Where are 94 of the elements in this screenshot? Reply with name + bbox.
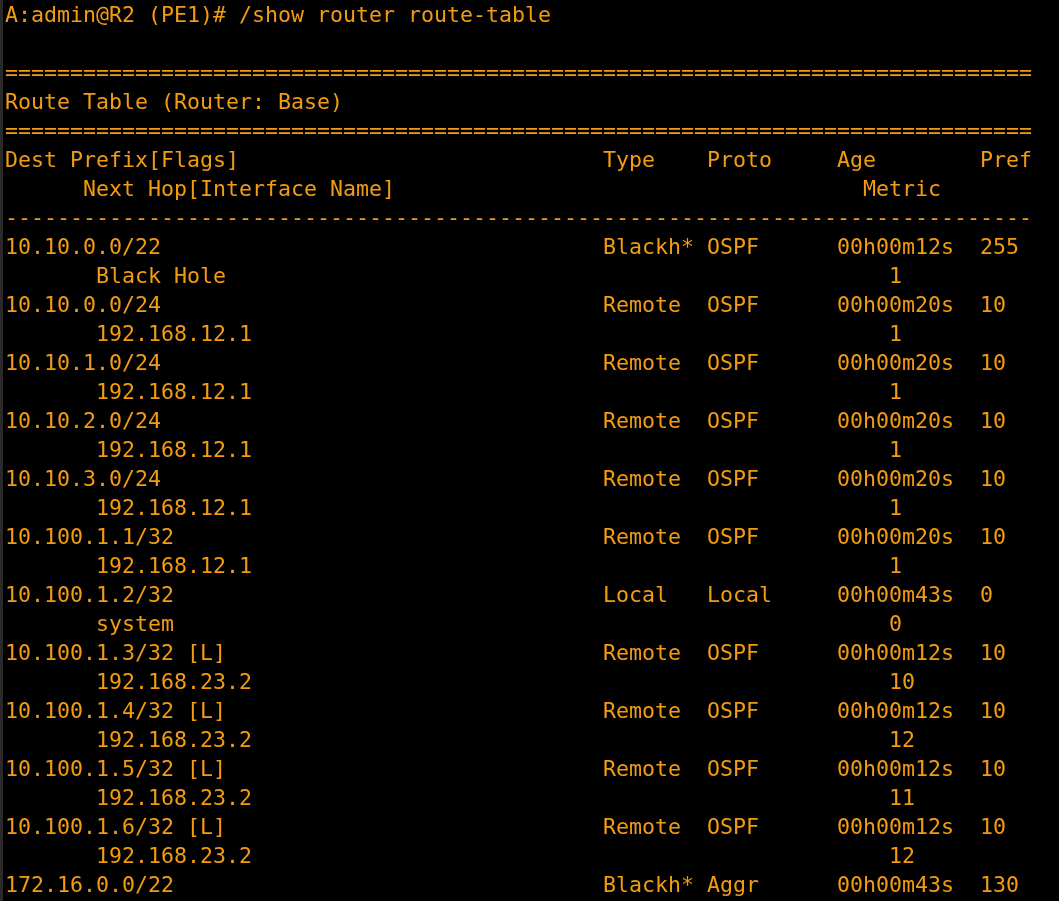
route-protocol: OSPF: [707, 465, 760, 493]
route-type: Remote: [603, 523, 682, 551]
route-protocol: Local: [707, 581, 773, 609]
route-prefix: 10.100.1.5/32 [L]: [5, 755, 226, 783]
route-next-hop: system: [96, 610, 174, 638]
route-next-hop: 192.168.12.1: [96, 378, 252, 406]
column-header: Age: [837, 146, 877, 174]
route-preference: 10: [980, 813, 1007, 841]
route-age: 00h00m12s: [837, 639, 955, 667]
route-next-hop: 192.168.12.1: [96, 494, 252, 522]
route-preference: 10: [980, 465, 1007, 493]
route-metric: 1: [889, 378, 903, 406]
route-preference: 255: [980, 233, 1020, 261]
route-metric: 0: [889, 610, 903, 638]
route-metric: 1: [889, 320, 903, 348]
route-next-hop: 192.168.23.2: [96, 726, 252, 754]
route-prefix: 10.100.1.3/32 [L]: [5, 639, 226, 667]
route-age: 00h00m43s: [837, 581, 955, 609]
route-metric: 1: [889, 494, 903, 522]
route-preference: 130: [980, 871, 1020, 899]
route-protocol: OSPF: [707, 233, 760, 261]
route-age: 00h00m12s: [837, 813, 955, 841]
route-prefix: 172.16.0.0/22: [5, 871, 174, 899]
route-next-hop: 192.168.12.1: [96, 552, 252, 580]
column-header: Proto: [707, 146, 773, 174]
column-header: Next Hop[Interface Name]: [83, 175, 395, 203]
route-prefix: 10.10.0.0/24: [5, 291, 161, 319]
route-type: Local: [603, 581, 669, 609]
route-prefix: 10.10.2.0/24: [5, 407, 161, 435]
route-preference: 10: [980, 639, 1007, 667]
route-type: Remote: [603, 407, 682, 435]
route-protocol: Aggr: [707, 871, 760, 899]
route-metric: 11: [889, 784, 916, 812]
route-age: 00h00m12s: [837, 755, 955, 783]
route-preference: 10: [980, 291, 1007, 319]
route-metric: 12: [889, 726, 916, 754]
route-type: Remote: [603, 465, 682, 493]
route-metric: 1: [889, 436, 903, 464]
route-type: Remote: [603, 697, 682, 725]
route-type: Remote: [603, 755, 682, 783]
route-age: 00h00m20s: [837, 407, 955, 435]
route-protocol: OSPF: [707, 407, 760, 435]
route-next-hop: 192.168.12.1: [96, 436, 252, 464]
route-type: Remote: [603, 639, 682, 667]
route-age: 00h00m12s: [837, 233, 955, 261]
route-protocol: OSPF: [707, 813, 760, 841]
route-next-hop: 192.168.23.2: [96, 784, 252, 812]
route-prefix: 10.10.3.0/24: [5, 465, 161, 493]
route-preference: 10: [980, 349, 1007, 377]
route-type: Remote: [603, 349, 682, 377]
route-type: Remote: [603, 291, 682, 319]
column-header: Dest Prefix[Flags]: [5, 146, 239, 174]
route-protocol: OSPF: [707, 523, 760, 551]
route-next-hop: Black Hole: [96, 262, 226, 290]
route-type: Blackh*: [603, 871, 695, 899]
route-type: Blackh*: [603, 233, 695, 261]
route-protocol: OSPF: [707, 349, 760, 377]
route-metric: 1: [889, 262, 903, 290]
route-type: Remote: [603, 813, 682, 841]
route-protocol: OSPF: [707, 639, 760, 667]
separator-line: ===============================================================================: [5, 117, 1033, 145]
route-preference: 10: [980, 755, 1007, 783]
route-protocol: OSPF: [707, 755, 760, 783]
route-prefix: 10.100.1.4/32 [L]: [5, 697, 226, 725]
route-metric: 12: [889, 842, 916, 870]
route-preference: 10: [980, 407, 1007, 435]
route-preference: 10: [980, 697, 1007, 725]
route-prefix: 10.100.1.6/32 [L]: [5, 813, 226, 841]
route-prefix: 10.100.1.1/32: [5, 523, 174, 551]
route-prefix: 10.100.1.2/32: [5, 581, 174, 609]
route-metric: 1: [889, 552, 903, 580]
separator-line: ===============================================================================: [5, 59, 1033, 87]
column-header: Metric: [863, 175, 942, 203]
command-prompt-line: A:admin@R2 (PE1)# /show router route-table: [5, 1, 552, 29]
table-title: Route Table (Router: Base): [5, 88, 343, 116]
route-prefix: 10.10.0.0/22: [5, 233, 161, 261]
route-next-hop: 192.168.12.1: [96, 320, 252, 348]
route-protocol: OSPF: [707, 291, 760, 319]
route-preference: 0: [980, 581, 994, 609]
route-age: 00h00m20s: [837, 523, 955, 551]
separator-line: -------------------------------------------------------------------------------: [5, 204, 1033, 232]
route-protocol: OSPF: [707, 697, 760, 725]
route-next-hop: 192.168.23.2: [96, 842, 252, 870]
route-age: 00h00m20s: [837, 291, 955, 319]
route-age: 00h00m20s: [837, 349, 955, 377]
column-header: Pref: [980, 146, 1033, 174]
route-preference: 10: [980, 523, 1007, 551]
route-age: 00h00m43s: [837, 871, 955, 899]
route-prefix: 10.10.1.0/24: [5, 349, 161, 377]
column-header: Type: [603, 146, 656, 174]
route-next-hop: 192.168.23.2: [96, 668, 252, 696]
route-metric: 10: [889, 668, 916, 696]
route-age: 00h00m20s: [837, 465, 955, 493]
route-age: 00h00m12s: [837, 697, 955, 725]
